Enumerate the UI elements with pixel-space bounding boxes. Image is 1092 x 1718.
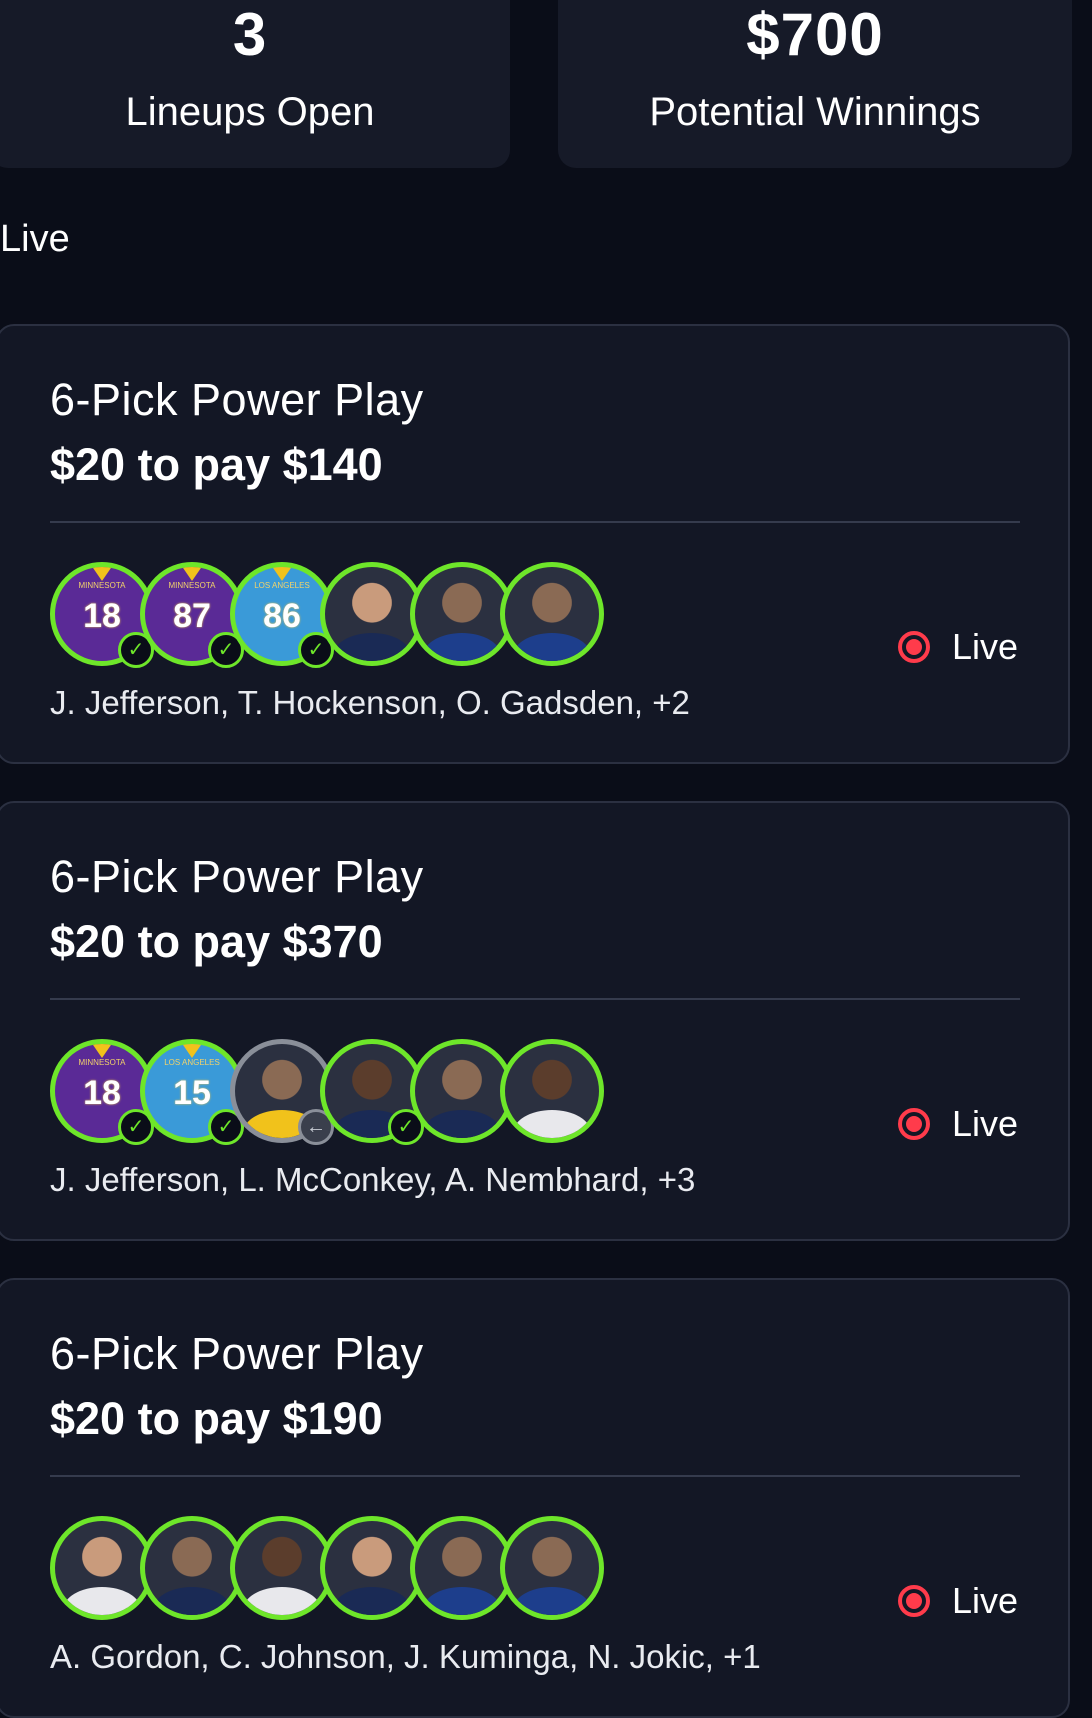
live-dot-icon	[897, 1108, 930, 1140]
jersey-team: MINNESOTA	[78, 1058, 126, 1067]
live-status-label: Live	[951, 1580, 1018, 1621]
potential-winnings-label: Potential Winnings	[649, 90, 981, 134]
jersey-number: 15	[173, 1074, 211, 1112]
player-avatar	[320, 1516, 424, 1620]
jersey-team: LOS ANGELES	[254, 581, 310, 590]
live-status-label: Live	[951, 626, 1018, 667]
player-avatar	[410, 1516, 514, 1620]
section-title-live: Live	[0, 218, 70, 260]
jersey-number: 18	[83, 597, 121, 635]
live-dot-icon	[897, 631, 930, 663]
jersey-team: LOS ANGELES	[164, 1058, 220, 1067]
potential-winnings-card[interactable]: $700 Potential Winnings	[558, 0, 1072, 168]
lineup-title: 6-Pick Power Play	[50, 1328, 424, 1379]
jersey-number: 18	[83, 1074, 121, 1112]
lineup-payout: $20 to pay $190	[50, 1393, 383, 1444]
player-avatars: MINNESOTA 18 ✓ MINNESOTA 87 ✓ LOS ANGELE…	[50, 562, 650, 672]
jersey-number: 86	[263, 597, 301, 635]
player-avatars	[50, 1516, 650, 1626]
lineup-card[interactable]: 6-Pick Power Play $20 to pay $190 Live A…	[0, 1278, 1070, 1718]
lineup-card[interactable]: 6-Pick Power Play $20 to pay $370 MINNES…	[0, 801, 1070, 1241]
player-avatar	[320, 562, 424, 666]
live-status: Live	[897, 1580, 1018, 1622]
lineups-open-card[interactable]: 3 Lineups Open	[0, 0, 510, 168]
player-avatar	[410, 562, 514, 666]
player-avatar	[500, 1516, 604, 1620]
lineup-title: 6-Pick Power Play	[50, 851, 424, 902]
player-avatars: MINNESOTA 18 ✓ LOS ANGELES 15 ✓ ← ✓	[50, 1039, 650, 1149]
jersey-team: MINNESOTA	[168, 581, 216, 590]
live-dot-icon	[897, 1585, 930, 1617]
jersey-team: MINNESOTA	[78, 581, 126, 590]
lineup-players: J. Jefferson, L. McConkey, A. Nembhard, …	[50, 1161, 696, 1198]
divider	[50, 521, 1020, 523]
lineups-open-count: 3	[232, 1, 268, 68]
live-status: Live	[897, 1103, 1018, 1145]
lineup-players: J. Jefferson, T. Hockenson, O. Gadsden, …	[50, 684, 690, 721]
lineup-players: A. Gordon, C. Johnson, J. Kuminga, N. Jo…	[50, 1638, 761, 1675]
divider	[50, 998, 1020, 1000]
lineup-payout: $20 to pay $370	[50, 916, 383, 967]
live-status-label: Live	[951, 1103, 1018, 1144]
lineup-card[interactable]: 6-Pick Power Play $20 to pay $140 MINNES…	[0, 324, 1070, 764]
lineup-payout: $20 to pay $140	[50, 439, 383, 490]
player-avatar	[410, 1039, 514, 1143]
player-avatar	[500, 1039, 604, 1143]
player-avatar	[140, 1516, 244, 1620]
jersey-number: 87	[173, 597, 211, 635]
divider	[50, 1475, 1020, 1477]
player-avatar	[500, 562, 604, 666]
live-status: Live	[897, 626, 1018, 668]
lineup-title: 6-Pick Power Play	[50, 374, 424, 425]
player-avatar	[230, 1516, 334, 1620]
potential-winnings-amount: $700	[746, 1, 884, 68]
lineups-open-label: Lineups Open	[125, 90, 375, 134]
player-avatar	[50, 1516, 154, 1620]
